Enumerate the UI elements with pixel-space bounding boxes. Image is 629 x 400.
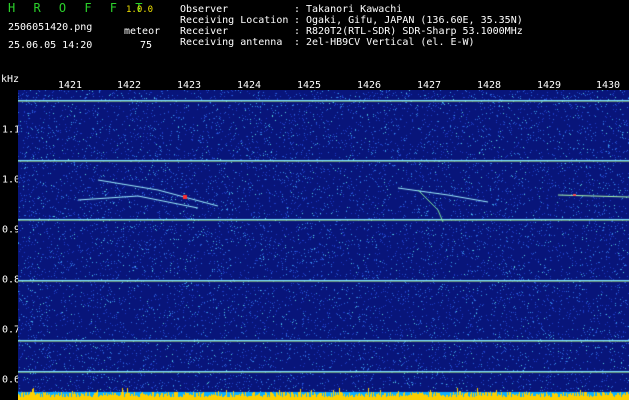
info-key: Receiving antenna — [180, 37, 283, 48]
app-version: 1.0.0 — [126, 5, 154, 15]
y-axis-unit: kHz — [1, 74, 20, 85]
filename: 2506051420.png — [8, 22, 93, 33]
datetime: 25.06.05 14:20 — [8, 40, 93, 51]
meteor-count: 75 — [140, 40, 153, 51]
info-value: Ogaki, Gifu, JAPAN (136.60E, 35.35N) — [306, 15, 523, 26]
spectrogram-canvas — [18, 90, 629, 400]
info-row-observer: Observer : Takanori Kawachi — [180, 4, 523, 15]
info-key: Receiver — [180, 26, 229, 37]
station-info: Observer : Takanori Kawachi Receiving Lo… — [180, 4, 523, 48]
info-value: 2el-HB9CV Vertical (el. E-W) — [306, 37, 475, 48]
info-sep: : — [294, 37, 301, 48]
info-value: Takanori Kawachi — [306, 4, 403, 15]
mode-label: meteor — [124, 26, 161, 37]
hrofft-window: H R O F F T 1.0.0 2506051420.png meteor … — [0, 0, 629, 400]
info-sep: : — [294, 15, 301, 26]
info-row-location: Receiving Location : Ogaki, Gifu, JAPAN … — [180, 15, 523, 26]
info-row-antenna: Receiving antenna : 2el-HB9CV Vertical (… — [180, 37, 523, 48]
info-sep: : — [294, 4, 301, 15]
info-key: Observer — [180, 4, 229, 15]
info-row-receiver: Receiver : R820T2(RTL-SDR) SDR-Sharp 53.… — [180, 26, 523, 37]
info-sep: : — [294, 26, 301, 37]
info-key: Receiving Location — [180, 15, 289, 26]
info-value: R820T2(RTL-SDR) SDR-Sharp 53.1000MHz — [306, 26, 523, 37]
